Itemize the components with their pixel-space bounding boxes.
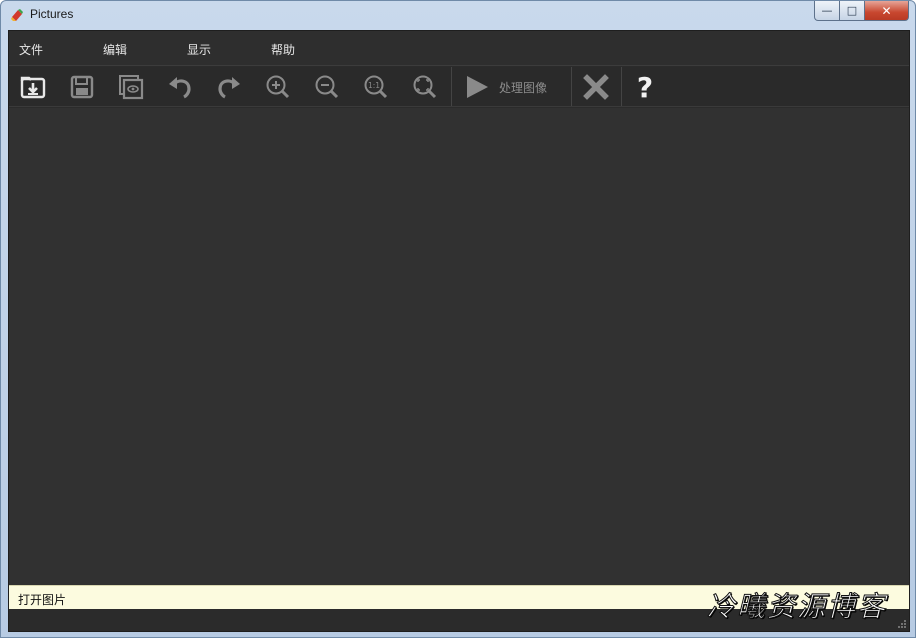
redo-icon (218, 77, 240, 99)
save-button[interactable] (66, 71, 98, 103)
client-area: 文件 编辑 显示 帮助 1:1 处理图像 ? 打开图片 (8, 30, 910, 632)
menu-edit[interactable]: 编辑 (103, 41, 127, 58)
watermark: 冷曦资源博客 (706, 590, 888, 624)
minimize-button[interactable]: — (814, 1, 840, 21)
image-canvas[interactable] (9, 108, 909, 585)
resize-grip-icon[interactable] (897, 619, 907, 629)
title-bar[interactable]: Pictures — □ ✕ (1, 1, 915, 29)
zoom-out-button[interactable] (311, 71, 343, 103)
close-icon: ✕ (881, 3, 892, 18)
zoom-actual-icon: 1:1 (364, 75, 388, 99)
menu-view[interactable]: 显示 (187, 41, 211, 58)
preview-icon (119, 75, 144, 100)
undo-icon (169, 77, 191, 99)
toolbar-separator (571, 67, 572, 106)
zoom-out-icon (315, 75, 339, 99)
process-image-button[interactable]: 处理图像 (463, 71, 571, 103)
close-button[interactable]: ✕ (865, 1, 909, 21)
menu-help[interactable]: 帮助 (271, 41, 295, 58)
toolbar: 1:1 处理图像 ? (9, 67, 909, 107)
zoom-in-button[interactable] (262, 71, 294, 103)
process-image-label: 处理图像 (499, 80, 548, 95)
undo-button[interactable] (164, 71, 196, 103)
zoom-fit-icon (413, 75, 437, 99)
menu-file[interactable]: 文件 (19, 41, 43, 58)
zoom-fit-button[interactable] (409, 71, 441, 103)
play-icon (467, 76, 488, 98)
redo-button[interactable] (213, 71, 245, 103)
app-window: Pictures — □ ✕ 文件 编辑 显示 帮助 1:1 处理图像 ? 打开… (0, 0, 916, 638)
open-button[interactable] (17, 71, 49, 103)
window-title: Pictures (30, 7, 74, 21)
maximize-icon: □ (846, 4, 858, 17)
preview-button[interactable] (115, 71, 147, 103)
toolbar-separator (451, 67, 452, 106)
zoom-actual-button[interactable]: 1:1 (360, 71, 392, 103)
status-text: 打开图片 (18, 593, 67, 607)
help-button[interactable]: ? (629, 70, 661, 104)
close-icon (583, 74, 609, 100)
cancel-button[interactable] (580, 71, 612, 103)
minimize-icon: — (821, 4, 833, 17)
maximize-button[interactable]: □ (840, 1, 865, 21)
zoom-in-icon (266, 75, 290, 99)
open-icon (20, 76, 46, 99)
save-icon (70, 75, 94, 99)
window-controls: — □ ✕ (814, 1, 909, 21)
toolbar-separator (621, 67, 622, 106)
menu-bar: 文件 编辑 显示 帮助 (9, 31, 909, 66)
help-icon: ? (636, 70, 654, 104)
zoom-actual-text: 1:1 (368, 81, 380, 90)
app-icon (11, 9, 23, 21)
